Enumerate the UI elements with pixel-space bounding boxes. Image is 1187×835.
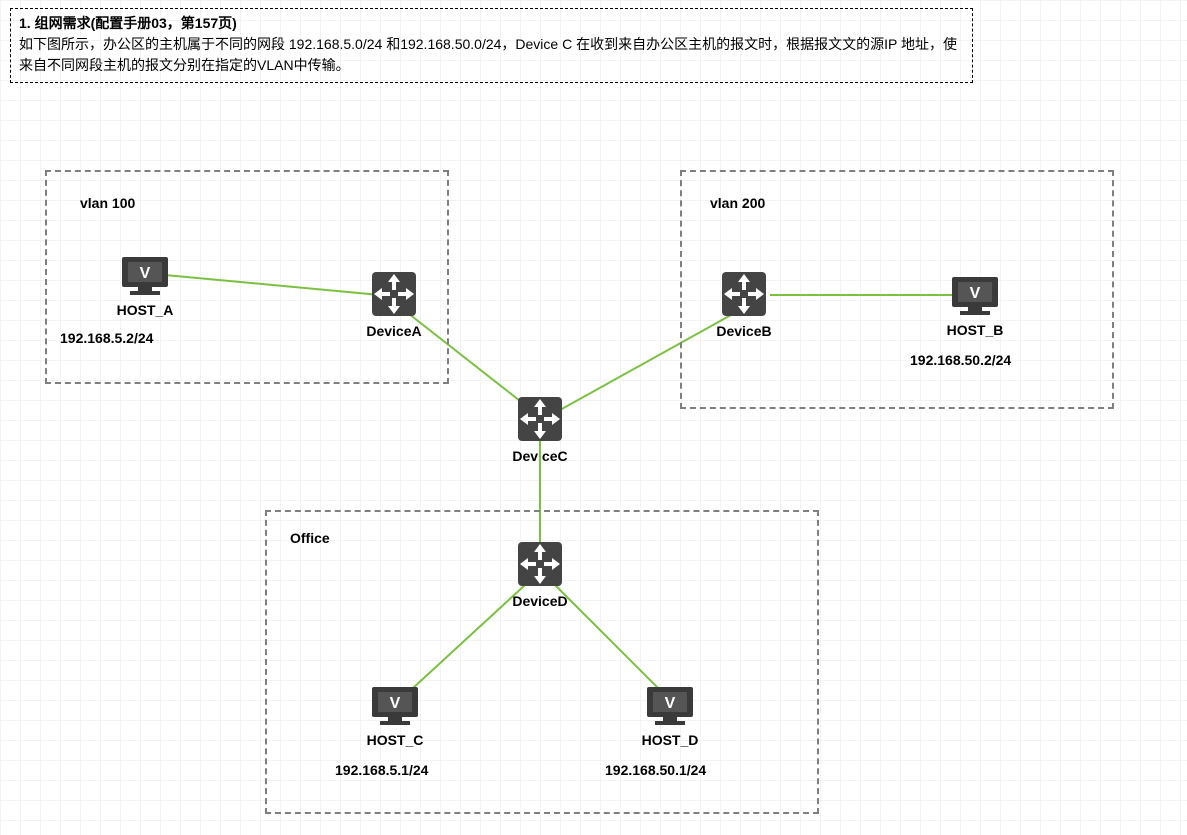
description-title: 1. 组网需求(配置手册03，第157页) xyxy=(19,15,237,31)
group-office-label: Office xyxy=(290,530,330,546)
group-vlan100-label: vlan 100 xyxy=(80,195,135,211)
svg-text:V: V xyxy=(665,695,676,712)
description-box: 1. 组网需求(配置手册03，第157页) 如下图所示，办公区的主机属于不同的网… xyxy=(10,8,973,83)
svg-text:V: V xyxy=(140,265,151,282)
device-b-icon xyxy=(720,270,768,318)
host-b-icon: V xyxy=(950,275,1000,317)
host-a-icon: V xyxy=(120,255,170,297)
device-c-icon xyxy=(516,395,564,443)
host-d-icon: V xyxy=(645,685,695,727)
device-d-icon xyxy=(516,540,564,588)
svg-text:V: V xyxy=(970,285,981,302)
device-a-icon xyxy=(370,270,418,318)
description-body: 如下图所示，办公区的主机属于不同的网段 192.168.5.0/24 和192.… xyxy=(19,36,957,73)
group-vlan200-label: vlan 200 xyxy=(710,195,765,211)
svg-text:V: V xyxy=(390,695,401,712)
host-c-icon: V xyxy=(370,685,420,727)
